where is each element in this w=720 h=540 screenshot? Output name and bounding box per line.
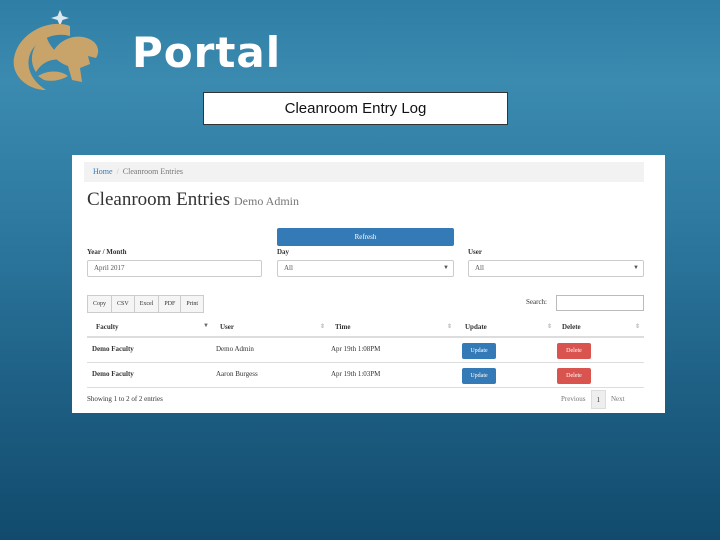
breadcrumb-separator: / bbox=[116, 167, 119, 176]
update-button[interactable]: Update bbox=[462, 343, 496, 359]
sort-icon: ⇕ bbox=[320, 324, 326, 330]
sort-icon: ⇕ bbox=[447, 324, 453, 330]
pagination: Previous 1 Next bbox=[556, 390, 630, 409]
next-page-button[interactable]: Next bbox=[606, 390, 630, 409]
delete-button[interactable]: Delete bbox=[557, 343, 591, 359]
csv-button[interactable]: CSV bbox=[111, 295, 135, 313]
faculty-cell: Demo Faculty bbox=[92, 345, 134, 353]
search-label: Search: bbox=[526, 298, 547, 306]
page-title: Cleanroom Entries Demo Admin bbox=[87, 189, 299, 211]
pegasus-logo bbox=[8, 6, 104, 94]
table-info: Showing 1 to 2 of 2 entries bbox=[87, 395, 163, 403]
time-cell: Apr 19th 1:03PM bbox=[331, 370, 381, 378]
month-input[interactable]: April 2017 bbox=[87, 260, 262, 277]
column-header-user[interactable]: User bbox=[220, 323, 234, 331]
breadcrumb: Home / Cleanroom Entries bbox=[84, 162, 644, 182]
day-value: All bbox=[284, 264, 293, 272]
table-row: Demo Faculty Demo Admin Apr 19th 1:08PM … bbox=[87, 338, 644, 363]
pdf-button[interactable]: PDF bbox=[158, 295, 182, 313]
portal-title: Portal bbox=[132, 28, 282, 77]
update-button[interactable]: Update bbox=[462, 368, 496, 384]
month-label: Year / Month bbox=[87, 248, 127, 256]
day-label: Day bbox=[277, 248, 290, 256]
print-button[interactable]: Print bbox=[180, 295, 205, 313]
column-header-faculty[interactable]: Faculty bbox=[96, 323, 119, 331]
chevron-down-icon: ▼ bbox=[443, 265, 449, 271]
page-title-text: Cleanroom Entries bbox=[87, 189, 230, 210]
day-select[interactable]: All ▼ bbox=[277, 260, 454, 277]
breadcrumb-current: Cleanroom Entries bbox=[122, 167, 184, 176]
faculty-cell: Demo Faculty bbox=[92, 370, 134, 378]
user-value: All bbox=[475, 264, 484, 272]
column-header-update[interactable]: Update bbox=[465, 323, 487, 331]
sort-icon: ⇕ bbox=[547, 324, 553, 330]
entries-table: Faculty ▼ User ⇕ Time ⇕ Update ⇕ Delete … bbox=[87, 319, 644, 388]
page-subtitle: Cleanroom Entry Log bbox=[203, 92, 508, 125]
table-header: Faculty ▼ User ⇕ Time ⇕ Update ⇕ Delete … bbox=[87, 319, 644, 338]
delete-button[interactable]: Delete bbox=[557, 368, 591, 384]
sort-desc-icon: ▼ bbox=[203, 323, 209, 329]
column-header-time[interactable]: Time bbox=[335, 323, 350, 331]
page-title-user: Demo Admin bbox=[234, 194, 299, 208]
column-header-delete[interactable]: Delete bbox=[562, 323, 581, 331]
time-cell: Apr 19th 1:08PM bbox=[331, 345, 381, 353]
page-1-button[interactable]: 1 bbox=[590, 390, 606, 409]
export-buttons: Copy CSV Excel PDF Print bbox=[87, 295, 205, 313]
user-label: User bbox=[468, 248, 482, 256]
table-row: Demo Faculty Aaron Burgess Apr 19th 1:03… bbox=[87, 363, 644, 388]
user-cell: Demo Admin bbox=[216, 345, 254, 353]
user-cell: Aaron Burgess bbox=[216, 370, 258, 378]
copy-button[interactable]: Copy bbox=[87, 295, 113, 313]
month-value: April 2017 bbox=[94, 264, 125, 272]
previous-page-button[interactable]: Previous bbox=[556, 390, 591, 409]
breadcrumb-home-link[interactable]: Home bbox=[93, 167, 113, 176]
search-input[interactable] bbox=[556, 295, 644, 311]
chevron-down-icon: ▼ bbox=[633, 265, 639, 271]
screenshot-panel: Home / Cleanroom Entries Cleanroom Entries… bbox=[72, 155, 665, 413]
refresh-button[interactable]: Refresh bbox=[277, 228, 454, 246]
user-select[interactable]: All ▼ bbox=[468, 260, 644, 277]
excel-button[interactable]: Excel bbox=[133, 295, 160, 313]
sort-icon: ⇕ bbox=[635, 324, 641, 330]
